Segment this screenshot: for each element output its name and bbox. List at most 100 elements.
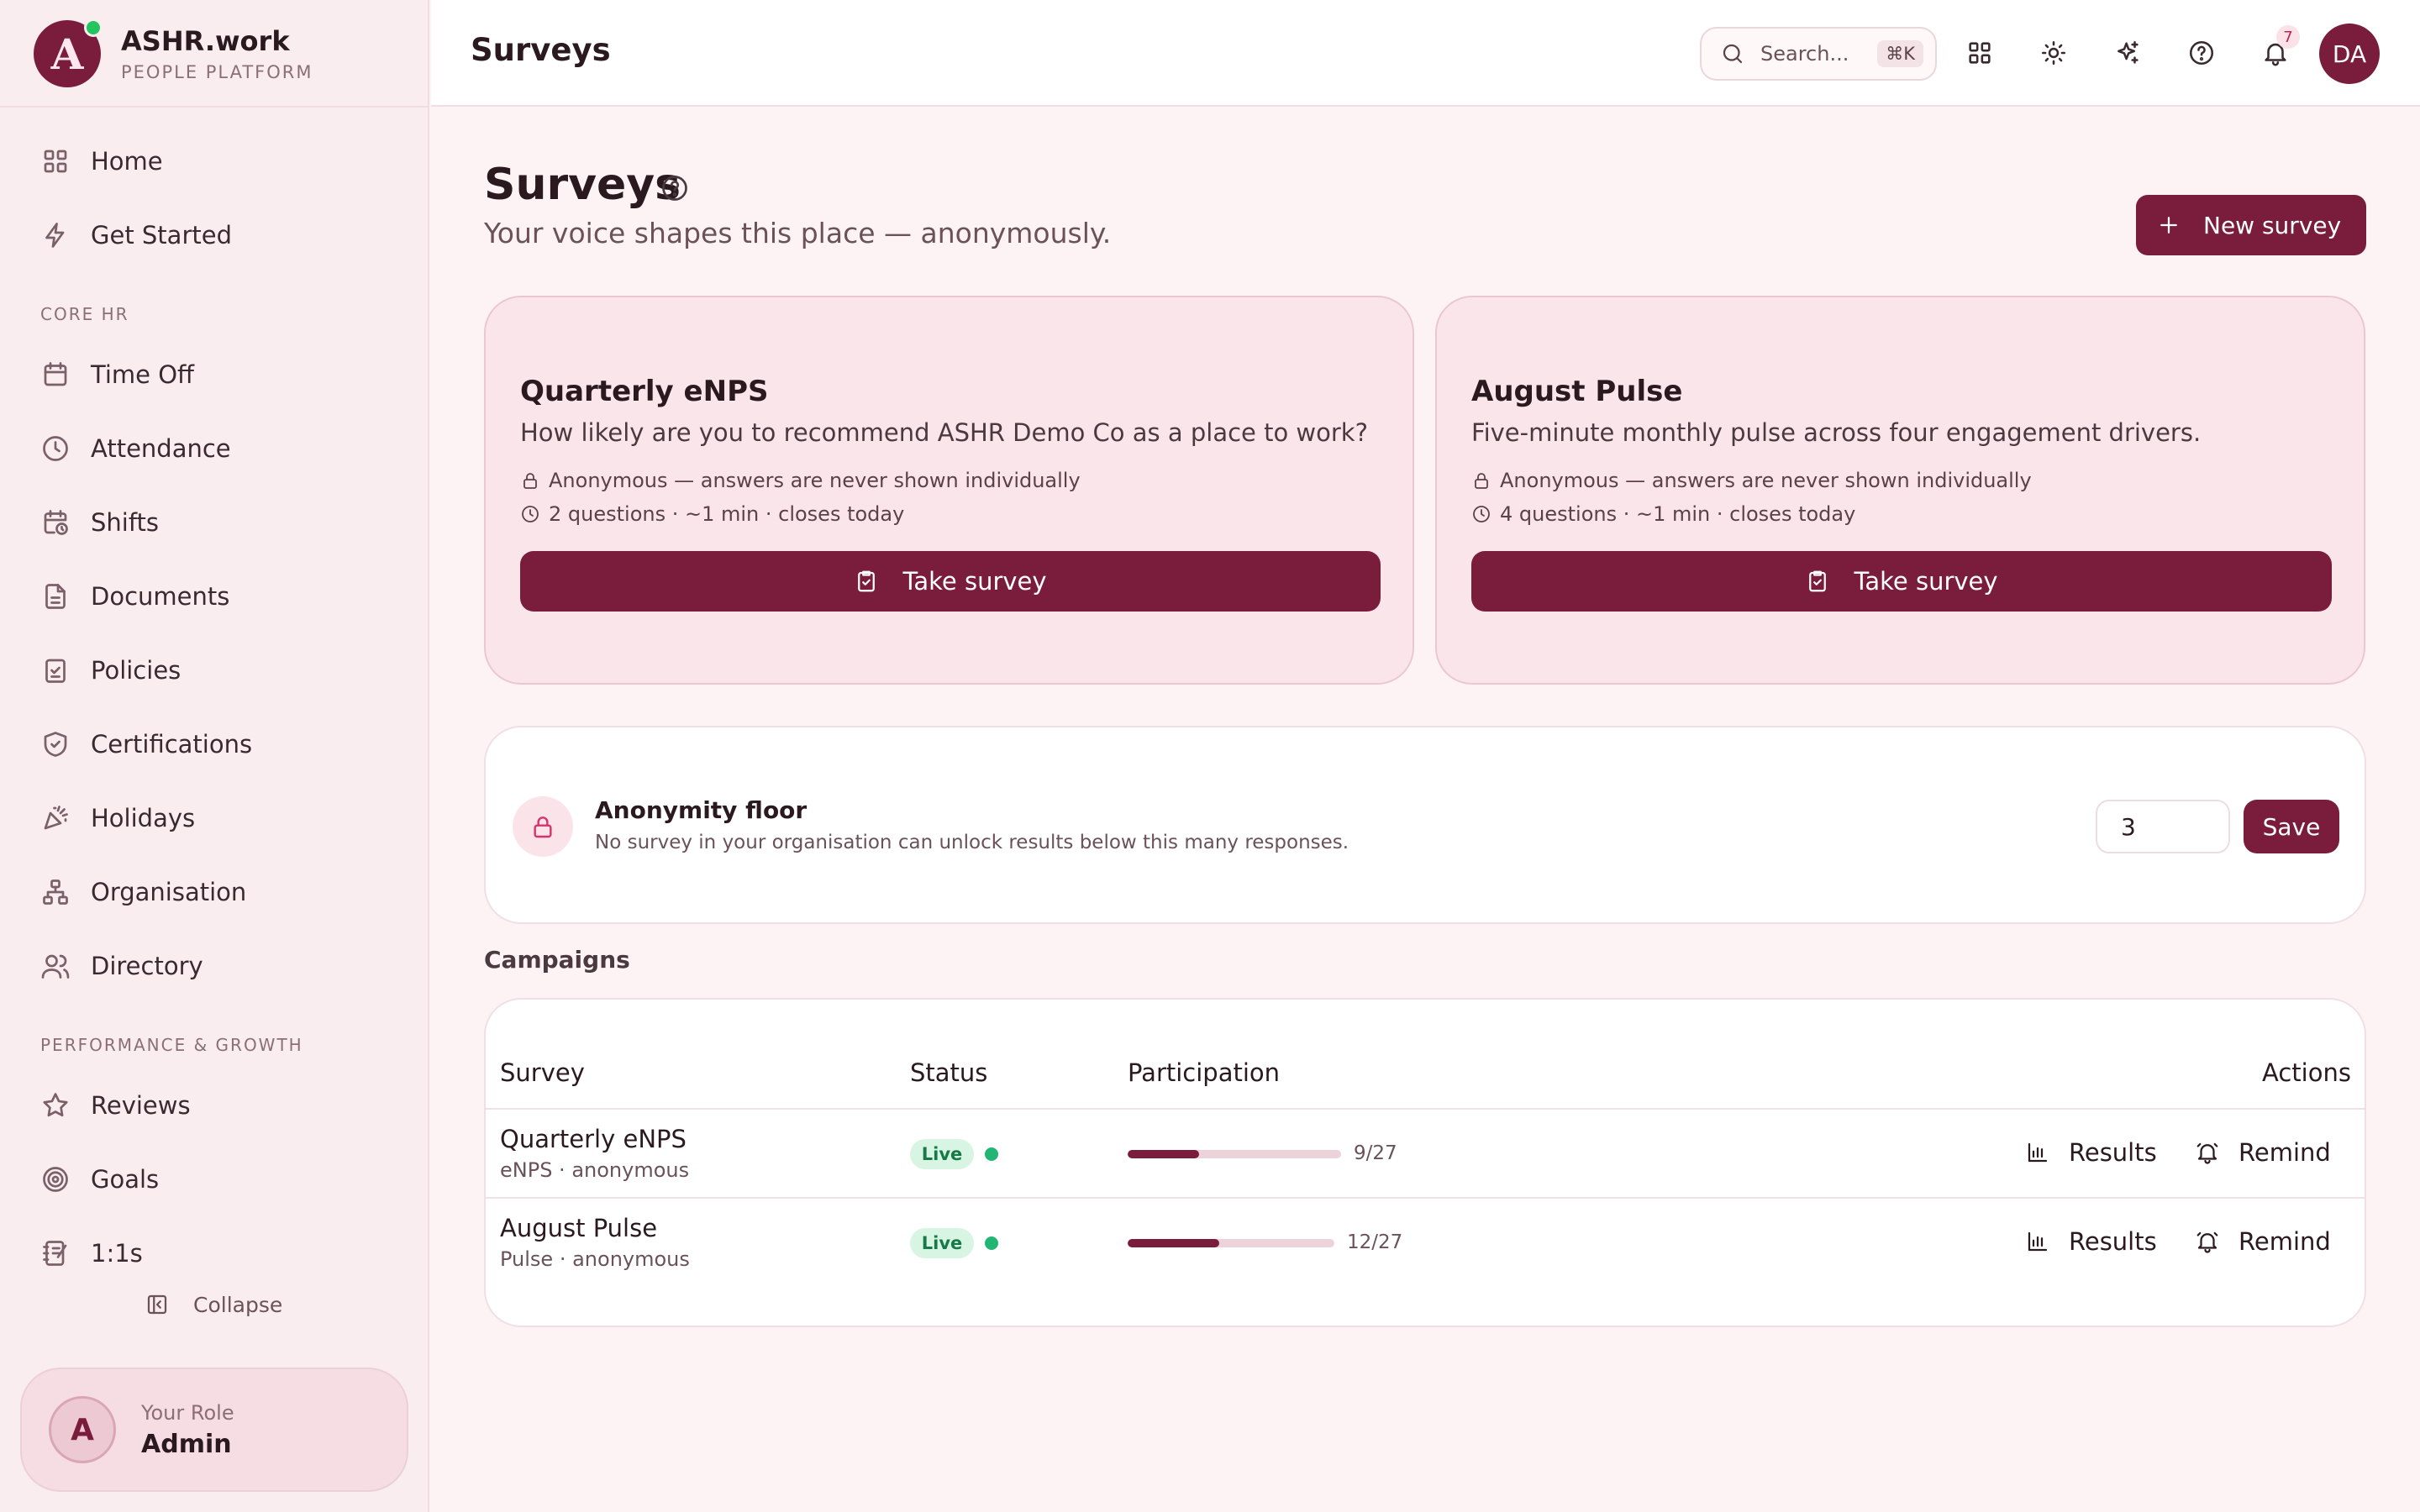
bell-ring-icon: [2196, 1231, 2218, 1253]
sidebar-item-reviews[interactable]: Reviews: [40, 1082, 191, 1129]
campaign-subtitle: eNPS · anonymous: [500, 1158, 690, 1182]
clock-icon: [522, 506, 539, 522]
remind-label: Remind: [2238, 1138, 2331, 1167]
sidebar-section-core-hr: CORE HR: [40, 304, 129, 324]
anonymity-text: Anonymous — answers are never shown indi…: [1500, 469, 2032, 492]
brand[interactable]: A ASHR.work PEOPLE PLATFORM: [34, 18, 313, 89]
collapse-sidebar-button[interactable]: Collapse: [145, 1292, 282, 1317]
sidebar-item-attendance[interactable]: Attendance: [40, 425, 231, 472]
bar-chart-icon: [2028, 1231, 2048, 1252]
brand-subtitle: PEOPLE PLATFORM: [121, 62, 313, 82]
shield-check-icon: [44, 732, 67, 757]
brand-name: ASHR.work: [121, 25, 290, 57]
save-button[interactable]: Save: [2244, 800, 2339, 853]
sidebar-item-shifts[interactable]: Shifts: [40, 499, 159, 546]
clipboard-check-icon: [1809, 570, 1827, 592]
sidebar-item-label: Holidays: [91, 804, 196, 832]
sidebar-item-documents[interactable]: Documents: [40, 573, 229, 620]
sidebar-item-label: Documents: [91, 582, 230, 611]
notebook-icon: [43, 1241, 67, 1266]
results-label: Results: [2069, 1227, 2157, 1256]
column-header-survey[interactable]: Survey: [500, 1058, 585, 1087]
sidebar-item-label: Time Off: [91, 360, 194, 389]
sidebar-item-organisation[interactable]: Organisation: [40, 869, 246, 916]
clipboard-check-icon: [45, 659, 66, 683]
clipboard-check-icon: [858, 570, 876, 592]
bolt-icon: [45, 223, 65, 248]
apps-button[interactable]: [1960, 34, 1999, 72]
sidebar-item-one-on-ones[interactable]: 1:1s: [40, 1230, 143, 1277]
lock-icon: [1475, 473, 1488, 489]
column-header-actions: Actions: [2262, 1058, 2351, 1087]
role-avatar: A: [49, 1396, 116, 1463]
sidebar-divider: [0, 106, 428, 108]
take-survey-button[interactable]: Take survey: [520, 551, 1381, 612]
results-button[interactable]: Results: [2025, 1138, 2157, 1167]
sidebar-item-label: Attendance: [91, 434, 231, 463]
users-icon: [41, 954, 70, 979]
anonymity-text: Anonymous — answers are never shown indi…: [549, 469, 1081, 492]
theme-toggle-button[interactable]: [2034, 34, 2073, 72]
help-icon[interactable]: [660, 173, 690, 203]
results-button[interactable]: Results: [2025, 1227, 2157, 1256]
topbar-title: Surveys: [471, 32, 611, 68]
role-switcher[interactable]: A Your Role Admin: [20, 1368, 408, 1492]
sidebar-item-label: Reviews: [91, 1091, 191, 1120]
sidebar-item-time-off[interactable]: Time Off: [40, 351, 194, 398]
org-chart-icon: [43, 879, 68, 905]
user-avatar[interactable]: DA: [2319, 24, 2380, 84]
clock-icon: [43, 436, 68, 461]
anonymity-floor-title: Anonymity floor: [595, 796, 808, 824]
sidebar-item-holidays[interactable]: Holidays: [40, 795, 195, 842]
anonymity-floor-input[interactable]: 3: [2096, 800, 2230, 853]
lock-icon: [523, 473, 537, 489]
topbar: Surveys Search... ⌘K 7 DA: [431, 0, 2420, 107]
brand-logo: A: [34, 18, 103, 87]
sidebar-item-certifications[interactable]: Certifications: [40, 721, 252, 768]
take-survey-button[interactable]: Take survey: [1471, 551, 2332, 612]
sidebar-item-label: Goals: [91, 1165, 160, 1194]
party-icon: [44, 806, 68, 830]
campaigns-heading: Campaigns: [484, 946, 630, 974]
status-badge: Live: [910, 1139, 974, 1169]
new-survey-label: New survey: [2203, 211, 2342, 239]
anonymity-floor-card: Anonymity floor No survey in your organi…: [484, 726, 2366, 924]
results-label: Results: [2069, 1138, 2157, 1167]
live-indicator-dot: [985, 1236, 998, 1250]
participation-count: 9/27: [1354, 1142, 1397, 1164]
column-header-participation[interactable]: Participation: [1128, 1058, 1280, 1087]
help-button[interactable]: [2182, 34, 2221, 72]
search-icon: [1723, 44, 1743, 64]
search-input[interactable]: Search... ⌘K: [1700, 27, 1937, 81]
page-title: Surveys: [484, 160, 681, 210]
remind-button[interactable]: Remind: [2195, 1227, 2331, 1256]
bell-ring-icon: [2196, 1142, 2218, 1164]
participation-bar: [1128, 1239, 1334, 1247]
grid-icon: [44, 150, 67, 173]
sun-icon: [2041, 40, 2066, 66]
sidebar: A ASHR.work PEOPLE PLATFORM Home Get Sta…: [0, 0, 429, 1512]
star-icon: [43, 1093, 68, 1117]
sidebar-item-policies[interactable]: Policies: [40, 647, 181, 694]
survey-meta-text: 4 questions · ~1 min · closes today: [1500, 502, 1856, 526]
take-survey-label: Take survey: [902, 567, 1047, 596]
sidebar-item-label: 1:1s: [91, 1239, 143, 1268]
campaign-title[interactable]: Quarterly eNPS: [500, 1125, 687, 1153]
sidebar-item-home[interactable]: Home: [40, 138, 163, 185]
sidebar-item-label: Policies: [91, 656, 182, 685]
column-header-status[interactable]: Status: [910, 1058, 987, 1087]
sidebar-item-get-started[interactable]: Get Started: [40, 212, 232, 259]
page-subtitle: Your voice shapes this place — anonymous…: [484, 217, 1112, 249]
remind-button[interactable]: Remind: [2195, 1138, 2331, 1167]
sidebar-item-goals[interactable]: Goals: [40, 1156, 159, 1203]
survey-card: August Pulse Five-minute monthly pulse a…: [1435, 296, 2365, 685]
participation-bar: [1128, 1150, 1341, 1158]
new-survey-button[interactable]: New survey: [2136, 195, 2366, 255]
sidebar-item-label: Shifts: [91, 508, 160, 537]
campaign-title[interactable]: August Pulse: [500, 1214, 657, 1242]
notifications-button[interactable]: 7: [2256, 25, 2300, 72]
participation-bar-fill: [1128, 1239, 1220, 1247]
sidebar-item-directory[interactable]: Directory: [40, 942, 203, 990]
ai-assistant-button[interactable]: [2108, 34, 2147, 72]
apps-grid-icon: [1969, 42, 1991, 64]
